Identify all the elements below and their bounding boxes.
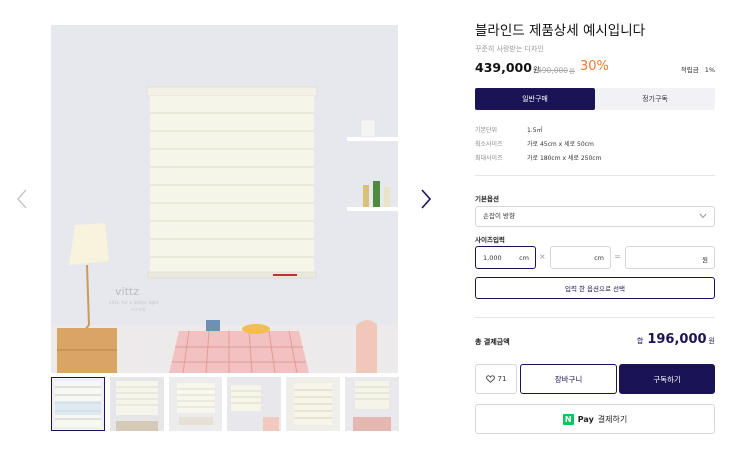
watermark-sub: 비츠조명 [131,306,146,312]
size-input-label: 사이즈입력 [475,236,505,244]
size-input-row: 1,000 cm × cm = 원 [475,246,715,269]
product-info-panel: 블라인드 제품상세 예시입니다 꾸준히 사랑받는 디자인 439,000원 49… [475,20,715,434]
npay-text: 결제하기 [597,414,628,424]
thumbnail-3[interactable] [168,377,223,431]
price-row: 439,000원 490,000원 30% 적립금 1% [475,58,715,80]
thumbnail-2[interactable] [109,377,164,431]
product-title: 블라인드 제품상세 예시입니다 [475,23,646,39]
chevron-left-icon [17,189,27,209]
height-unit: cm [594,254,604,262]
chevron-down-icon [699,213,707,219]
basic-option-select[interactable]: 손잡이 방향 [475,206,715,227]
npay-logo-icon: N [562,413,574,425]
tab-subscription[interactable]: 정기구독 [595,88,715,110]
width-input[interactable]: 1,000 cm [475,246,536,269]
multiply-sign: × [539,252,546,261]
discount-rate: 30% [580,59,609,74]
divider [475,317,715,318]
spec-value: 1.5㎡ [527,127,543,134]
watermark-brand: vittz [115,285,139,298]
points-label: 적립금 [680,66,699,74]
action-buttons: 71 장바구니 구독하기 [475,364,715,394]
gallery-prev-button[interactable] [15,188,29,210]
cart-button[interactable]: 장바구니 [520,364,617,394]
like-button[interactable]: 71 [475,364,517,394]
total-prefix: 합 [636,337,644,345]
spec-label: 기본단위 [475,127,498,134]
thumbnail-1[interactable] [51,377,105,431]
tab-regular-purchase[interactable]: 일반구매 [475,88,595,110]
spec-row: 기본단위 1.5㎡ [475,124,715,138]
thumbnail-5[interactable] [286,377,341,431]
original-price-value: 490,000 [537,66,569,75]
thumbnail-4[interactable] [227,377,282,431]
original-price: 490,000원 [537,65,575,75]
sale-price-value: 439,000 [475,60,532,75]
points-info: 적립금 1% [681,64,715,74]
total-price: 합 196,000 원 [637,332,715,347]
spec-value: 가로 45cm x 세로 50cm [527,141,594,148]
spec-label: 최소사이즈 [475,141,503,148]
basic-option-label: 기본옵션 [475,195,499,203]
watermark-tagline: vittz, for a better light [109,300,159,306]
spec-list: 기본단위 1.5㎡ 최소사이즈 가로 45cm x 세로 50cm 최대사이즈 … [475,124,715,166]
total-suffix: 원 [708,337,715,345]
sale-price: 439,000원 [475,60,539,75]
divider [475,175,715,176]
height-input[interactable]: cm [550,246,611,269]
main-product-image: vittz vittz, for a better light 비츠조명 [51,25,398,373]
width-value: 1,000 [483,254,502,262]
original-price-unit: 원 [569,67,575,75]
spec-label: 최대사이즈 [475,155,503,162]
thumbnail-6[interactable] [345,377,399,431]
basic-option-value: 손잡이 방향 [483,212,515,220]
width-unit: cm [519,254,529,262]
result-field: 원 [625,246,715,269]
heart-icon [485,375,495,383]
equals-sign: = [614,252,621,261]
points-value: 1% [704,66,715,74]
product-subtitle: 꾸준히 사랑받는 디자인 [475,45,544,53]
total-label: 총 결제금액 [475,338,510,346]
gallery-next-button[interactable] [419,188,433,210]
npay-button[interactable]: N Pay 결제하기 [475,404,715,434]
spec-row: 최대사이즈 가로 180cm x 세로 250cm [475,152,715,166]
npay-pay-label: Pay [577,414,594,424]
purchase-tabs: 일반구매 정기구독 [475,88,715,110]
subscribe-button[interactable]: 구독하기 [619,364,715,394]
result-unit: 원 [702,256,708,264]
total-amount: 196,000 [647,332,707,347]
spec-value: 가로 180cm x 세로 250cm [527,155,602,162]
spec-row: 최소사이즈 가로 45cm x 세로 50cm [475,138,715,152]
thumbnail-strip [51,377,399,431]
chevron-right-icon [421,189,432,209]
select-option-button[interactable]: 입력 한 옵션으로 선택 [475,277,715,299]
like-count: 71 [497,375,507,383]
